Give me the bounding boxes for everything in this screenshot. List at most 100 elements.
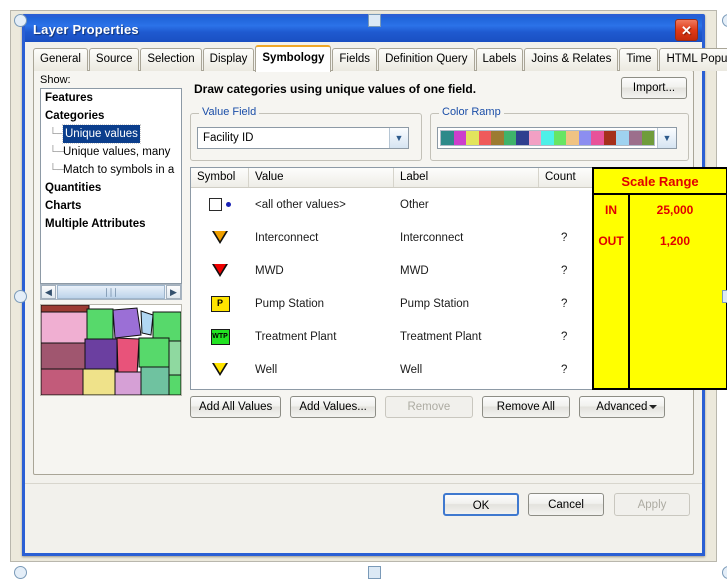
square-symbol-icon[interactable]: WTP: [210, 328, 230, 345]
cell-value: MWD: [255, 264, 284, 277]
column-header-label[interactable]: Label: [394, 168, 539, 187]
button-label: Remove All: [496, 401, 555, 413]
tab-label: Joins & Relates: [531, 53, 612, 65]
ok-button[interactable]: OK: [443, 493, 519, 516]
cell-value: <all other values>: [255, 198, 346, 211]
tab-symbology[interactable]: Symbology: [255, 45, 332, 72]
remove-all-button[interactable]: Remove All: [481, 396, 570, 418]
scale-range-key: IN: [605, 203, 617, 217]
triangle-down-symbol-icon[interactable]: [212, 363, 228, 376]
cell-symbol[interactable]: [191, 231, 249, 244]
column-header-symbol[interactable]: Symbol: [191, 168, 249, 187]
cell-label: Interconnect: [400, 231, 464, 244]
cell-value: Interconnect: [255, 231, 319, 244]
scroll-left-arrow-icon[interactable]: ◀: [41, 285, 56, 299]
tab-html-popup[interactable]: HTML Popup: [659, 48, 727, 71]
resize-handle-top-center[interactable]: [368, 14, 381, 27]
tab-definition-query[interactable]: Definition Query: [378, 48, 475, 71]
color-ramp-stop: [566, 131, 579, 145]
layer-properties-dialog: Layer Properties ✕ General Source Selectio…: [22, 14, 727, 556]
color-ramp-stop: [528, 131, 542, 145]
add-all-values-button[interactable]: Add All Values: [190, 396, 282, 418]
apply-button[interactable]: Apply: [614, 493, 690, 516]
resize-handle-middle-left[interactable]: [14, 290, 27, 303]
color-ramp-stop: [628, 131, 642, 145]
column-header-value[interactable]: Value: [249, 168, 394, 187]
import-button[interactable]: Import...: [621, 77, 687, 99]
color-ramp-group: Color Ramp ▼: [430, 106, 689, 161]
chevron-down-icon[interactable]: ▼: [657, 128, 676, 148]
show-tree-horizontal-scrollbar[interactable]: ◀ ∣∣∣ ▶: [40, 284, 182, 300]
show-tree-item-unique-values[interactable]: └─ Unique values: [41, 124, 181, 144]
cell-label: Pump Station: [400, 297, 470, 310]
checkbox-icon[interactable]: [209, 198, 222, 211]
tab-labels[interactable]: Labels: [475, 48, 524, 71]
tab-source[interactable]: Source: [88, 48, 140, 71]
cell-label: Well: [400, 363, 423, 376]
cancel-button[interactable]: Cancel: [528, 493, 604, 516]
advanced-button[interactable]: Advanced: [578, 396, 665, 418]
cell-symbol[interactable]: [191, 363, 249, 376]
chevron-down-icon[interactable]: [648, 405, 657, 409]
value-field-dropdown[interactable]: Facility ID ▼: [197, 127, 409, 149]
show-tree-item-multiple-attributes[interactable]: Multiple Attributes: [41, 215, 181, 233]
tab-label: Selection: [147, 53, 195, 65]
cell-value: Well: [255, 363, 278, 376]
tab-fields[interactable]: Fields: [332, 48, 378, 71]
show-tree-item-label: Multiple Attributes: [45, 218, 146, 230]
show-tree-item-label: Categories: [45, 110, 105, 122]
map-preview-thumbnail: [40, 304, 182, 396]
tab-selection[interactable]: Selection: [140, 48, 202, 71]
resize-handle-bottom-center[interactable]: [368, 566, 381, 579]
dialog-title: Layer Properties: [33, 22, 139, 37]
dialog-titlebar[interactable]: Layer Properties ✕: [25, 17, 702, 42]
tab-label: Symbology: [262, 52, 325, 64]
point-symbol-icon[interactable]: [226, 202, 231, 207]
show-tree-item-label: Features: [45, 92, 93, 104]
value-field-group: Value Field Facility ID ▼: [190, 106, 422, 161]
square-symbol-icon[interactable]: P: [210, 295, 230, 312]
scale-range-values: 25,000 1,200: [630, 195, 726, 388]
resize-handle-top-left[interactable]: [14, 14, 27, 27]
color-ramp-swatch: [440, 130, 655, 146]
show-tree-item-match-to-symbols-in-a[interactable]: └─ Match to symbols in a: [41, 161, 181, 179]
close-icon[interactable]: ✕: [675, 19, 698, 41]
show-tree-list[interactable]: Features Categories └─ Unique values └─ Uniqu…: [40, 88, 182, 284]
triangle-down-symbol-icon[interactable]: [212, 264, 228, 277]
show-tree-item-label: Charts: [45, 200, 82, 212]
resize-handle-bottom-right[interactable]: [722, 566, 727, 579]
tab-general[interactable]: General: [33, 48, 88, 71]
color-ramp-stop: [553, 131, 567, 145]
tab-joins-relates[interactable]: Joins & Relates: [524, 48, 619, 71]
dialog-footer: OK Cancel Apply: [25, 481, 702, 553]
cell-symbol[interactable]: [191, 198, 249, 211]
triangle-down-symbol-icon[interactable]: [212, 231, 228, 244]
cell-symbol[interactable]: WTP: [191, 328, 249, 345]
show-tree-item-label: Quantities: [45, 182, 102, 194]
color-ramp-stop: [491, 131, 504, 145]
chevron-down-icon[interactable]: ▼: [389, 128, 408, 148]
cell-label: MWD: [400, 264, 429, 277]
scrollbar-thumb[interactable]: ∣∣∣: [57, 285, 165, 299]
add-values-button[interactable]: Add Values...: [290, 396, 376, 418]
scale-range-body: IN OUT 25,000 1,200: [594, 195, 726, 388]
color-ramp-stop: [516, 131, 529, 145]
show-tree-item-charts[interactable]: Charts: [41, 197, 181, 215]
button-label: Remove: [407, 401, 451, 413]
cell-label: Treatment Plant: [400, 330, 482, 343]
show-tree-item-unique-values-many[interactable]: └─ Unique values, many: [41, 143, 181, 161]
show-tree-item-quantities[interactable]: Quantities: [41, 179, 181, 197]
show-tree-item-features[interactable]: Features: [41, 89, 181, 107]
tab-label: HTML Popup: [666, 53, 727, 65]
cell-value: Pump Station: [255, 297, 325, 310]
resize-handle-bottom-left[interactable]: [14, 566, 27, 579]
resize-handle-top-right[interactable]: [722, 14, 727, 27]
scroll-right-arrow-icon[interactable]: ▶: [166, 285, 181, 299]
resize-handle-middle-right[interactable]: [722, 290, 727, 303]
show-tree-item-categories[interactable]: Categories: [41, 107, 181, 125]
tab-display[interactable]: Display: [202, 48, 255, 71]
cell-symbol[interactable]: [191, 264, 249, 277]
color-ramp-dropdown[interactable]: ▼: [437, 127, 677, 149]
tab-time[interactable]: Time: [619, 48, 659, 71]
cell-symbol[interactable]: P: [191, 295, 249, 312]
